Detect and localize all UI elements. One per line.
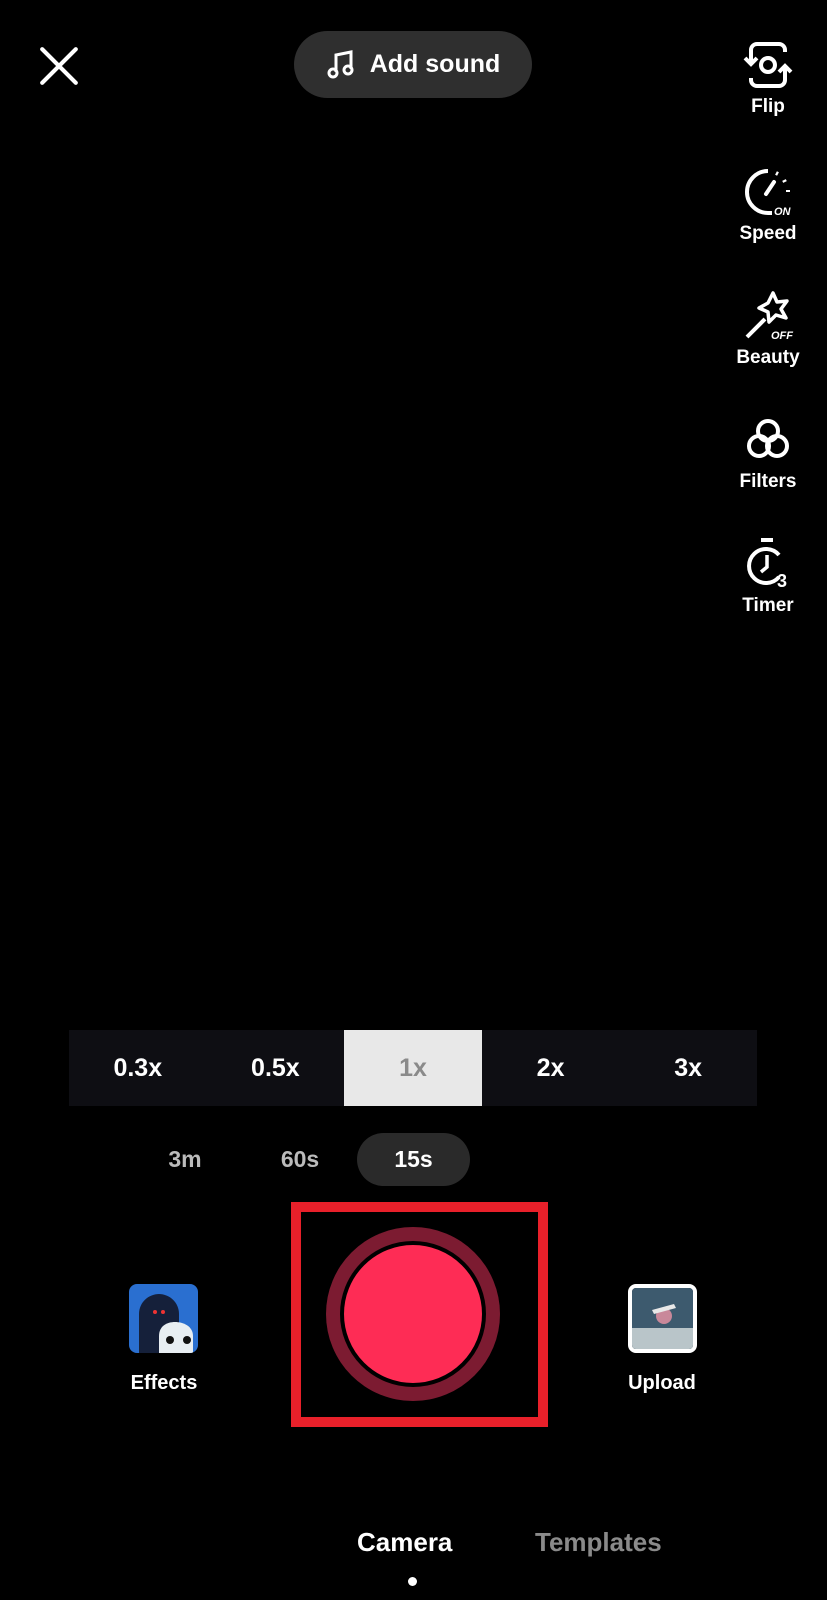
svg-text:OFF: OFF	[771, 330, 793, 342]
svg-text:ON: ON	[774, 206, 792, 218]
zoom-option-3x[interactable]: 3x	[619, 1030, 757, 1106]
effects-button[interactable]	[129, 1284, 198, 1353]
filters-icon	[747, 419, 789, 458]
beauty-button[interactable]: OFF Beauty	[712, 287, 824, 369]
timer-button[interactable]: 3 Timer	[712, 535, 824, 617]
upload-button[interactable]	[628, 1284, 697, 1353]
flip-camera-icon	[743, 42, 793, 88]
filters-label: Filters	[739, 471, 797, 492]
zoom-selector: 0.3x 0.5x 1x 2x 3x	[69, 1030, 757, 1106]
duration-3m[interactable]: 3m	[150, 1133, 220, 1186]
svg-text:3: 3	[777, 571, 787, 591]
flip-label: Flip	[751, 96, 785, 117]
add-sound-button[interactable]: Add sound	[294, 31, 532, 98]
beauty-label: Beauty	[736, 347, 800, 368]
zoom-option-0.3x[interactable]: 0.3x	[69, 1030, 207, 1106]
close-icon[interactable]	[38, 45, 80, 87]
filters-button[interactable]: Filters	[712, 411, 824, 493]
record-button-inner	[340, 1241, 486, 1387]
zoom-option-1x[interactable]: 1x	[344, 1030, 482, 1106]
upload-thumbnail	[628, 1284, 697, 1353]
flip-button[interactable]: Flip	[712, 36, 824, 118]
timer-label: Timer	[742, 595, 794, 616]
duration-15s[interactable]: 15s	[357, 1133, 470, 1186]
tab-camera[interactable]: Camera	[357, 1527, 452, 1558]
record-button[interactable]	[326, 1227, 500, 1401]
effects-thumbnail	[129, 1284, 198, 1353]
tab-templates[interactable]: Templates	[535, 1527, 662, 1558]
music-note-icon	[327, 49, 354, 78]
beauty-wand-icon: OFF	[745, 291, 793, 342]
speed-button[interactable]: ON Speed	[712, 163, 824, 245]
timer-icon: 3	[747, 538, 787, 591]
zoom-option-2x[interactable]: 2x	[482, 1030, 620, 1106]
speed-label: Speed	[739, 223, 797, 244]
effects-label: Effects	[130, 1372, 198, 1394]
upload-label: Upload	[628, 1372, 696, 1394]
duration-60s[interactable]: 60s	[260, 1133, 340, 1186]
speed-icon: ON	[745, 169, 792, 218]
add-sound-label: Add sound	[369, 50, 501, 78]
zoom-option-0.5x[interactable]: 0.5x	[207, 1030, 345, 1106]
active-tab-indicator	[408, 1577, 417, 1586]
